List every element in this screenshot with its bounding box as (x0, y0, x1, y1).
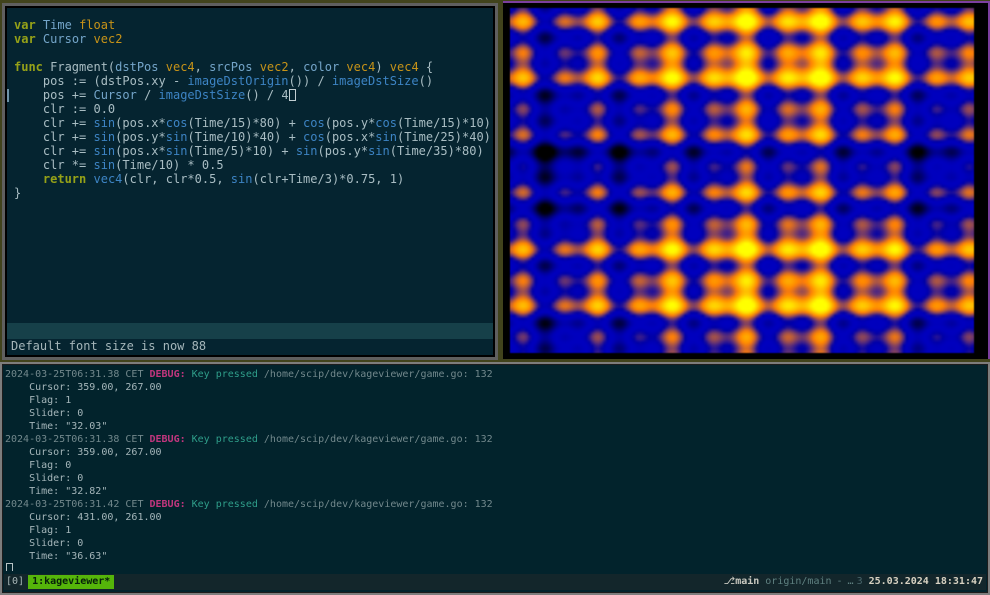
prompt-line (5, 563, 985, 571)
code-line: clr += sin(pos.x*sin(Time/5)*10) + sin(p… (14, 144, 493, 158)
status-count: 3 (857, 574, 863, 590)
code-line: func Fragment(dstPos vec4, srcPos vec2, … (14, 60, 493, 74)
changed-line-marker (7, 89, 9, 102)
log-line: 2024-03-25T06:31.42 CET DEBUG: Key press… (5, 498, 985, 511)
log-output: 2024-03-25T06:31.38 CET DEBUG: Key press… (5, 368, 985, 571)
git-branch-name: main (735, 574, 759, 590)
tmux-window-tab[interactable]: 1:kageviewer* (28, 575, 114, 589)
code-line: pos := (dstPos.xy - imageDstOrigin()) / … (14, 74, 493, 88)
code-line (14, 46, 493, 60)
editor-buffer: var Time floatvar Cursor vec2 func Fragme… (7, 8, 493, 355)
status-separator: - (837, 574, 843, 590)
code-line: var Cursor vec2 (14, 32, 493, 46)
code-line: clr += sin(pos.x*cos(Time/15)*80) + cos(… (14, 116, 493, 130)
log-line: Time: "36.63" (5, 550, 985, 563)
shader-viewer-window[interactable] (503, 1, 990, 359)
log-line: 2024-03-25T06:31.38 CET DEBUG: Key press… (5, 368, 985, 381)
emacs-editor-window[interactable]: var Time floatvar Cursor vec2 func Fragme… (2, 3, 498, 360)
log-line: 2024-03-25T06:31.38 CET DEBUG: Key press… (5, 433, 985, 446)
log-line: Time: "32.82" (5, 485, 985, 498)
log-line: Flag: 0 (5, 459, 985, 472)
code-line: return vec4(clr, clr*0.5, sin(clr+Time/3… (14, 172, 493, 186)
editor-cursor (289, 89, 296, 101)
code-line: pos += Cursor / imageDstSize() / 4 (14, 88, 493, 102)
terminal-window[interactable]: 2024-03-25T06:31.38 CET DEBUG: Key press… (0, 362, 990, 595)
code-line: clr := 0.0 (14, 102, 493, 116)
shader-output[interactable] (510, 8, 974, 353)
tmux-session-index: [0] (6, 574, 24, 590)
log-line: Cursor: 431.00, 261.00 (5, 511, 985, 524)
code-line: var Time float (14, 18, 493, 32)
code-editor[interactable]: var Time floatvar Cursor vec2 func Fragme… (7, 8, 493, 323)
tmux-statusbar: [0] 1:kageviewer* ⎇main origin/main-…3 25.… (4, 574, 986, 590)
log-line: Flag: 1 (5, 524, 985, 537)
terminal-cursor (6, 563, 13, 571)
log-line: Cursor: 359.00, 267.00 (5, 446, 985, 459)
log-line: Slider: 0 (5, 407, 985, 420)
log-line: Slider: 0 (5, 537, 985, 550)
code-line: clr *= sin(Time/10) * 0.5 (14, 158, 493, 172)
code-line: clr += sin(pos.y*sin(Time/10)*40) + cos(… (14, 130, 493, 144)
git-branch-icon: ⎇ (724, 574, 736, 590)
log-line: Flag: 1 (5, 394, 985, 407)
git-remote-name: origin/main (765, 574, 831, 590)
status-datetime: 25.03.2024 18:31:47 (869, 574, 983, 590)
log-line: Cursor: 359.00, 267.00 (5, 381, 985, 394)
emacs-modeline: -:--- ebiten.kage Bot 26:38 (Kage shader… (7, 323, 493, 339)
log-line: Slider: 0 (5, 472, 985, 485)
status-ellipsis: … (848, 574, 854, 590)
log-line: Time: "32.03" (5, 420, 985, 433)
echo-area: Default font size is now 88 (7, 339, 493, 355)
code-line: } (14, 186, 493, 200)
tmux-status-right: ⎇main origin/main-…3 25.03.2024 18:31:47 (724, 574, 986, 590)
